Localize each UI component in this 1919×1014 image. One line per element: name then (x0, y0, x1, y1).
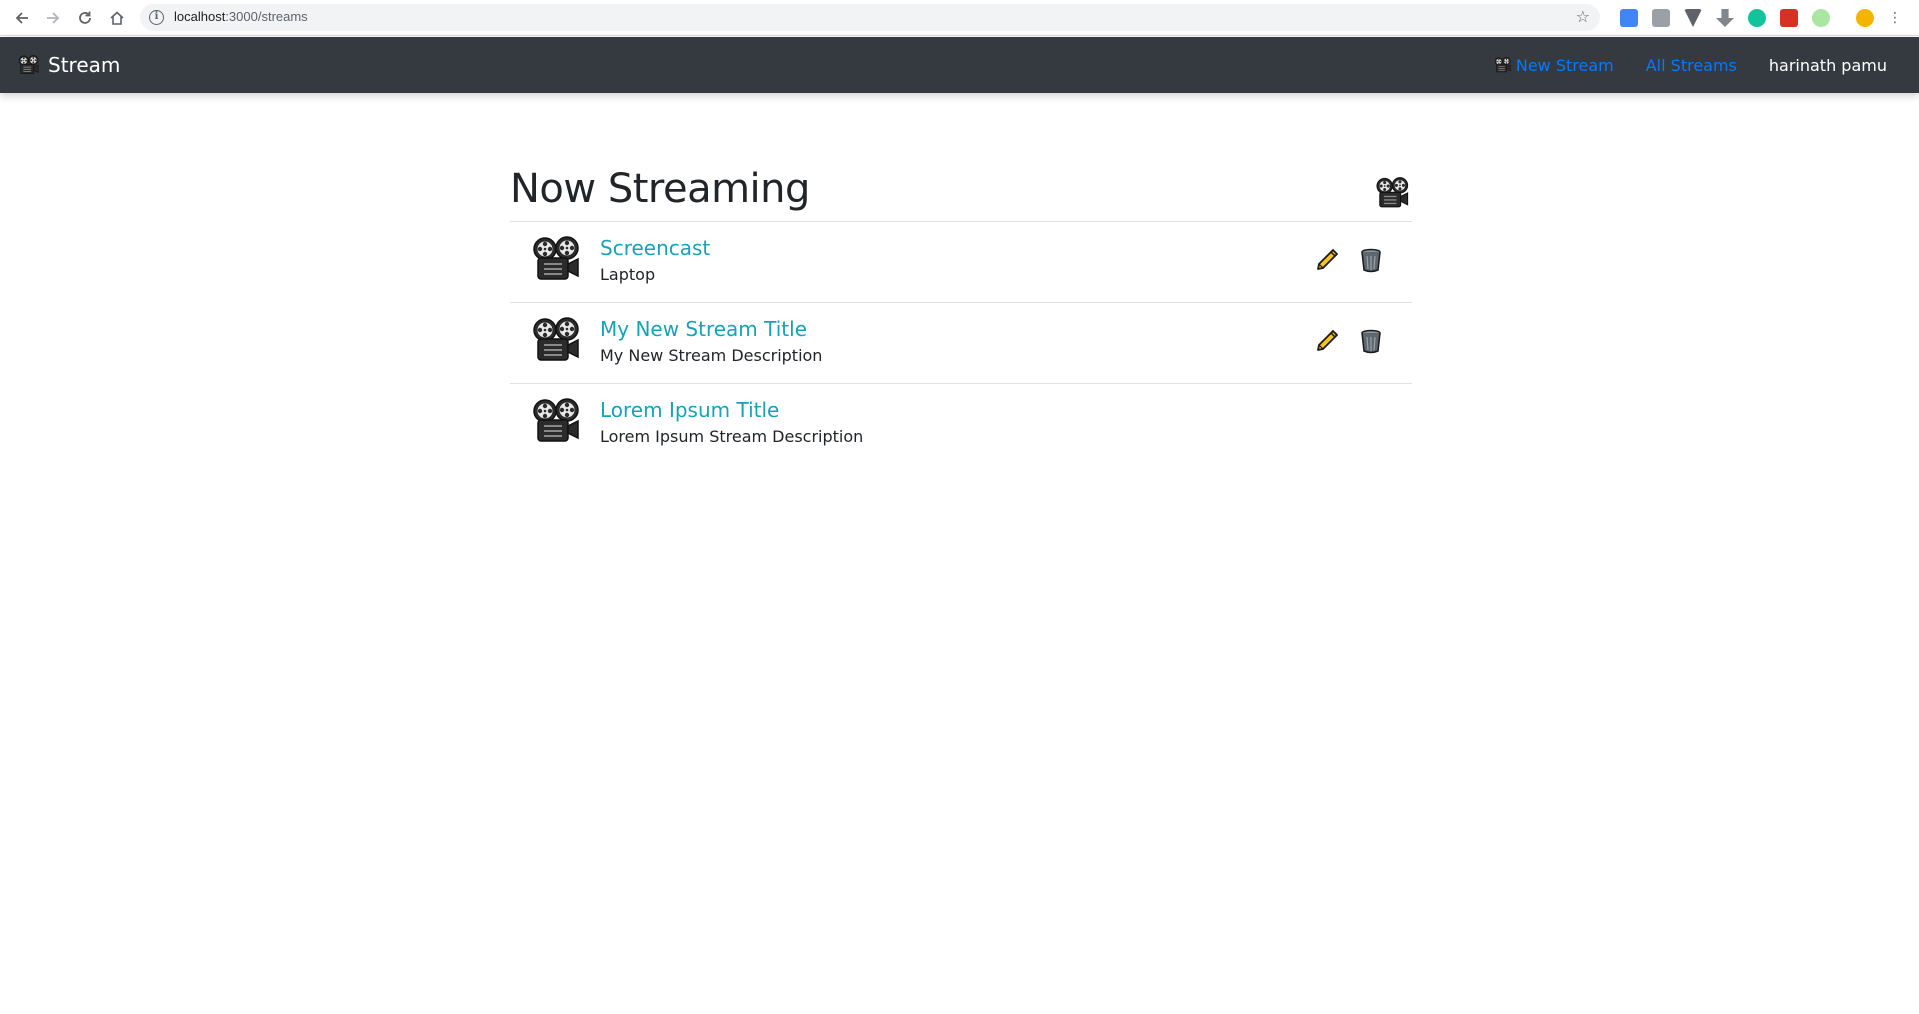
stream-description: My New Stream Description (600, 346, 823, 365)
trash-icon (1361, 329, 1381, 354)
page-header: Now Streaming (510, 93, 1412, 222)
delete-button[interactable] (1357, 246, 1385, 274)
home-icon[interactable] (107, 8, 127, 28)
page-title: Now Streaming (510, 166, 810, 212)
trash-icon (1361, 248, 1381, 273)
stream-description: Lorem Ipsum Stream Description (600, 427, 864, 446)
extension-icon[interactable] (1652, 9, 1670, 27)
all-streams-link[interactable]: All Streams (1646, 56, 1737, 75)
info-icon[interactable]: i (149, 10, 164, 25)
forward-icon[interactable] (43, 8, 63, 28)
stream-title-link[interactable]: Screencast (600, 236, 710, 260)
vuejs-devtools-icon[interactable] (1684, 9, 1702, 27)
stream-item: My New Stream Title My New Stream Descri… (510, 303, 1412, 384)
extension-icon[interactable] (1812, 9, 1830, 27)
new-stream-link[interactable]: New Stream (1494, 56, 1614, 75)
stream-description: Laptop (600, 265, 656, 284)
projector-icon (533, 317, 581, 363)
stream-list: Screencast Laptop My New Stream Title My… (510, 222, 1412, 465)
stream-item: Lorem Ipsum Title Lorem Ipsum Stream Des… (510, 384, 1412, 465)
projector-icon (533, 398, 581, 444)
pdf-extension-icon[interactable] (1780, 9, 1798, 27)
reload-icon[interactable] (75, 8, 95, 28)
stream-title-link[interactable]: Lorem Ipsum Title (600, 398, 779, 422)
stream-item: Screencast Laptop (510, 222, 1412, 303)
translate-extension-icon[interactable] (1620, 9, 1638, 27)
pencil-icon (1317, 249, 1338, 270)
bookmark-star-icon[interactable]: ☆ (1576, 8, 1590, 26)
back-icon[interactable] (12, 8, 32, 28)
download-extension-icon[interactable] (1716, 9, 1734, 27)
edit-button[interactable] (1313, 246, 1341, 274)
user-name: harinath pamu (1768, 55, 1887, 75)
delete-button[interactable] (1357, 327, 1385, 355)
profile-avatar-icon[interactable] (1856, 9, 1874, 27)
app-navbar: Stream New Stream All Streams harinath p… (0, 37, 1919, 93)
address-bar[interactable]: i localhost:3000/streams ☆ (140, 4, 1600, 31)
brand-label: Stream (48, 53, 121, 77)
projector-icon (533, 236, 581, 282)
new-stream-label: New Stream (1515, 55, 1614, 75)
stream-title-link[interactable]: My New Stream Title (600, 317, 807, 341)
url-text: localhost:3000/streams (174, 9, 308, 24)
menu-icon[interactable]: ⋮ (1888, 9, 1902, 27)
projector-icon (1494, 57, 1512, 73)
navbar-links: New Stream All Streams harinath pamu (1494, 37, 1887, 93)
brand-link[interactable]: Stream (18, 51, 120, 79)
url-host: localhost (174, 9, 226, 24)
url-path: :3000/streams (225, 9, 308, 24)
projector-icon (18, 55, 40, 75)
pencil-icon (1317, 330, 1338, 351)
main-content: Now Streaming Screencast Laptop My New S… (510, 93, 1412, 465)
browser-toolbar: i localhost:3000/streams ☆ ⋮ (0, 0, 1919, 36)
projector-icon (1376, 177, 1410, 209)
grammarly-icon[interactable] (1748, 9, 1766, 27)
all-streams-label: All Streams (1645, 55, 1737, 75)
edit-button[interactable] (1313, 327, 1341, 355)
